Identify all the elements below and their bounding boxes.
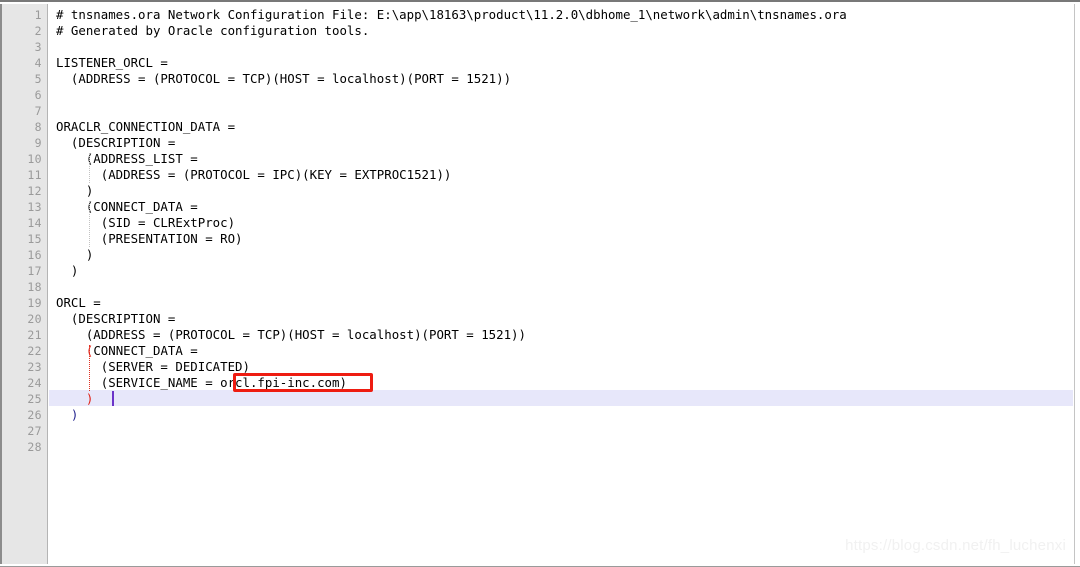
line-number: 17 (27, 264, 42, 278)
line-number: 22 (27, 344, 42, 358)
code-line[interactable]: ) (49, 183, 93, 199)
code-line[interactable]: (SID = CLRExtProc) (49, 215, 235, 231)
line-number: 5 (34, 72, 42, 86)
code-line[interactable]: (CONNECT_DATA = (49, 343, 198, 359)
code-line[interactable]: ) (49, 391, 93, 407)
code-line[interactable]: (ADDRESS_LIST = (49, 151, 198, 167)
code-line[interactable] (49, 39, 56, 55)
code-line[interactable]: (CONNECT_DATA = (49, 199, 198, 215)
line-number: 18 (27, 280, 42, 294)
line-number: 26 (27, 408, 42, 422)
line-number: 8 (34, 120, 42, 134)
line-number: 10 (27, 152, 42, 166)
code-line[interactable]: # tnsnames.ora Network Configuration Fil… (49, 7, 847, 23)
code-line[interactable] (49, 279, 56, 295)
line-number: 13 (27, 200, 42, 214)
line-number: 4 (34, 56, 42, 70)
code-line[interactable]: (ADDRESS = (PROTOCOL = TCP)(HOST = local… (49, 71, 511, 87)
code-line[interactable] (49, 87, 56, 103)
code-line[interactable]: ORACLR_CONNECTION_DATA = (49, 119, 235, 135)
code-line[interactable]: (SERVICE_NAME = orcl.fpi-inc.com) (49, 375, 347, 391)
matched-bracket-close: ) (85, 391, 94, 406)
code-line[interactable]: # Generated by Oracle configuration tool… (49, 23, 369, 39)
line-number: 14 (27, 216, 42, 230)
code-line[interactable]: (ADDRESS = (PROTOCOL = IPC)(KEY = EXTPRO… (49, 167, 452, 183)
current-line-highlight (49, 390, 1073, 406)
line-number: 7 (34, 104, 42, 118)
code-line[interactable]: ) (49, 263, 78, 279)
code-line[interactable] (49, 423, 56, 439)
code-text-area[interactable]: # tnsnames.ora Network Configuration Fil… (49, 4, 1074, 564)
line-number: 1 (34, 8, 42, 22)
line-number: 16 (27, 248, 42, 262)
line-number: 21 (27, 328, 42, 342)
code-line[interactable] (49, 439, 56, 455)
code-line[interactable]: ) (49, 247, 93, 263)
code-line[interactable]: LISTENER_ORCL = (49, 55, 168, 71)
code-line[interactable] (49, 103, 56, 119)
code-line[interactable]: (SERVER = DEDICATED) (49, 359, 250, 375)
line-number: 19 (27, 296, 42, 310)
line-number: 3 (34, 40, 42, 54)
line-number-gutter[interactable]: 1 2 3 4 5 6 7 8 9 10 11 12 13 14 15 16 17 18 19 20 21 22 23 24 2… (0, 4, 48, 564)
code-line[interactable]: (DESCRIPTION = (49, 311, 175, 327)
bracket-close: ) (70, 407, 79, 422)
text-caret (111, 391, 114, 406)
code-line[interactable]: ORCL = (49, 295, 101, 311)
code-line[interactable]: (ADDRESS = (PROTOCOL = TCP)(HOST = local… (49, 327, 526, 343)
line-number: 9 (34, 136, 42, 150)
line-number: 12 (27, 184, 42, 198)
code-editor-window[interactable]: 1 2 3 4 5 6 7 8 9 10 11 12 13 14 15 16 17 18 19 20 21 22 23 24 2… (0, 0, 1080, 567)
line-number: 24 (27, 376, 42, 390)
line-number: 28 (27, 440, 42, 454)
indent-guide (88, 153, 90, 183)
line-number: 23 (27, 360, 42, 374)
indent-guide (88, 201, 90, 247)
editor-right-margin (1075, 4, 1080, 564)
line-number: 15 (27, 232, 42, 246)
line-number: 25 (27, 392, 42, 406)
bracket-match-indent-guide (88, 345, 90, 391)
watermark-text: https://blog.csdn.net/fh_luchenxi (845, 537, 1066, 554)
line-number: 27 (27, 424, 42, 438)
line-number: 6 (34, 88, 42, 102)
line-number: 11 (27, 168, 42, 182)
line-number: 2 (34, 24, 42, 38)
line-number: 20 (27, 312, 42, 326)
code-line[interactable]: (DESCRIPTION = (49, 135, 175, 151)
code-line[interactable]: ) (49, 407, 78, 423)
code-line[interactable]: (PRESENTATION = RO) (49, 231, 243, 247)
